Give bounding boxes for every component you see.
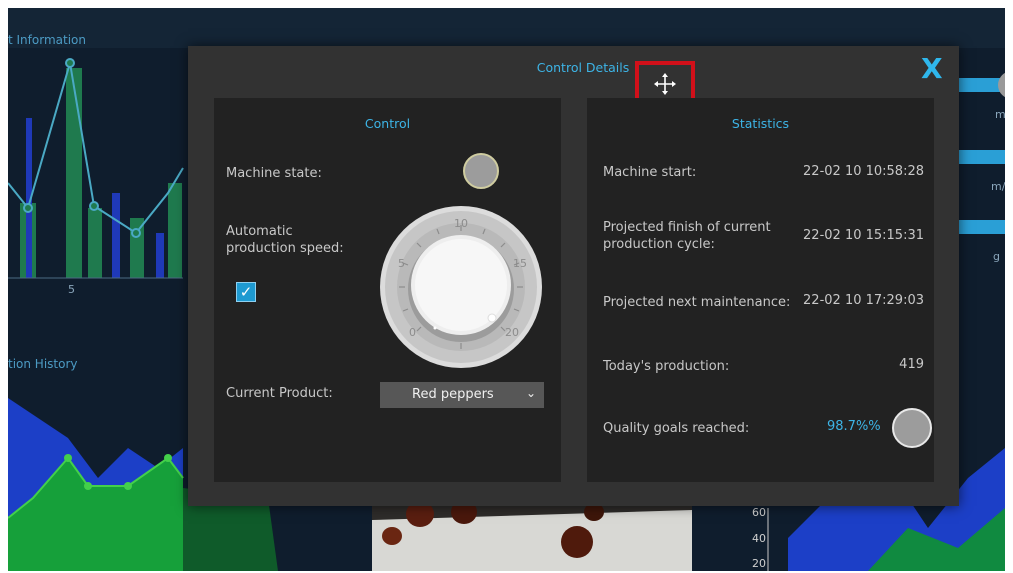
todays-production-label: Today's production:: [603, 359, 730, 374]
dial-tick-label: 20: [505, 326, 519, 339]
dial-tick-label: 0: [409, 326, 416, 339]
machine-state-label: Machine state:: [226, 166, 322, 181]
projected-finish-label-line1: Projected finish of current: [603, 220, 771, 235]
background-unit: g: [993, 250, 1000, 263]
dial-tick-label: 5: [398, 257, 405, 270]
product-camera-image: [372, 500, 692, 571]
statistics-panel-title: Statistics: [731, 116, 790, 131]
move-icon: [654, 72, 676, 95]
background-unit: m/s: [995, 108, 1005, 121]
close-button[interactable]: X: [921, 52, 943, 85]
quality-goals-indicator: [892, 408, 932, 448]
background-unit: m/s: [991, 180, 1005, 193]
dialog-title: Control Details: [536, 60, 630, 75]
control-panel-title: Control: [364, 116, 411, 131]
quality-goals-label: Quality goals reached:: [603, 421, 750, 436]
machine-state-indicator: [463, 153, 499, 189]
auto-speed-label-line1: Automatic: [226, 224, 293, 239]
background-axis-tick: 5: [68, 283, 75, 296]
control-panel: Control Machine state: Automatic product…: [214, 98, 561, 482]
background-y-tick: 20: [752, 557, 766, 570]
machine-start-label: Machine start:: [603, 165, 697, 180]
projected-finish-label-line2: production cycle:: [603, 237, 715, 252]
background-y-tick: 60: [752, 506, 766, 519]
current-product-select[interactable]: Red peppers ⌄: [380, 382, 544, 408]
app-screen: t Information 5 tion History m/s m/s g 6…: [8, 8, 1005, 571]
next-maintenance-label: Projected next maintenance:: [603, 295, 791, 310]
next-maintenance-value: 22-02 10 17:29:03: [803, 293, 924, 308]
auto-speed-label-line2: production speed:: [226, 241, 344, 256]
machine-start-value: 22-02 10 10:58:28: [803, 164, 924, 179]
auto-speed-checkbox[interactable]: ✓: [236, 282, 256, 302]
quality-goals-value: 98.7%%: [827, 419, 881, 434]
statistics-panel: Statistics Machine start: 22-02 10 10:58…: [587, 98, 934, 482]
current-product-value: Red peppers: [412, 387, 494, 402]
background-y-tick: 40: [752, 532, 766, 545]
dial-tick-label: 10: [454, 217, 468, 230]
control-details-dialog: Control Details X Control Machine state:…: [188, 46, 959, 506]
dial-tick-label: 15: [513, 257, 527, 270]
current-product-label: Current Product:: [226, 386, 333, 401]
background-chart-title: t Information: [8, 33, 86, 47]
background-history-title: tion History: [8, 357, 78, 371]
chevron-down-icon: ⌄: [525, 386, 536, 400]
todays-production-value: 419: [899, 357, 924, 372]
projected-finish-value: 22-02 10 15:15:31: [803, 228, 924, 243]
speed-dial[interactable]: 0 5 10 15 20: [379, 205, 543, 369]
